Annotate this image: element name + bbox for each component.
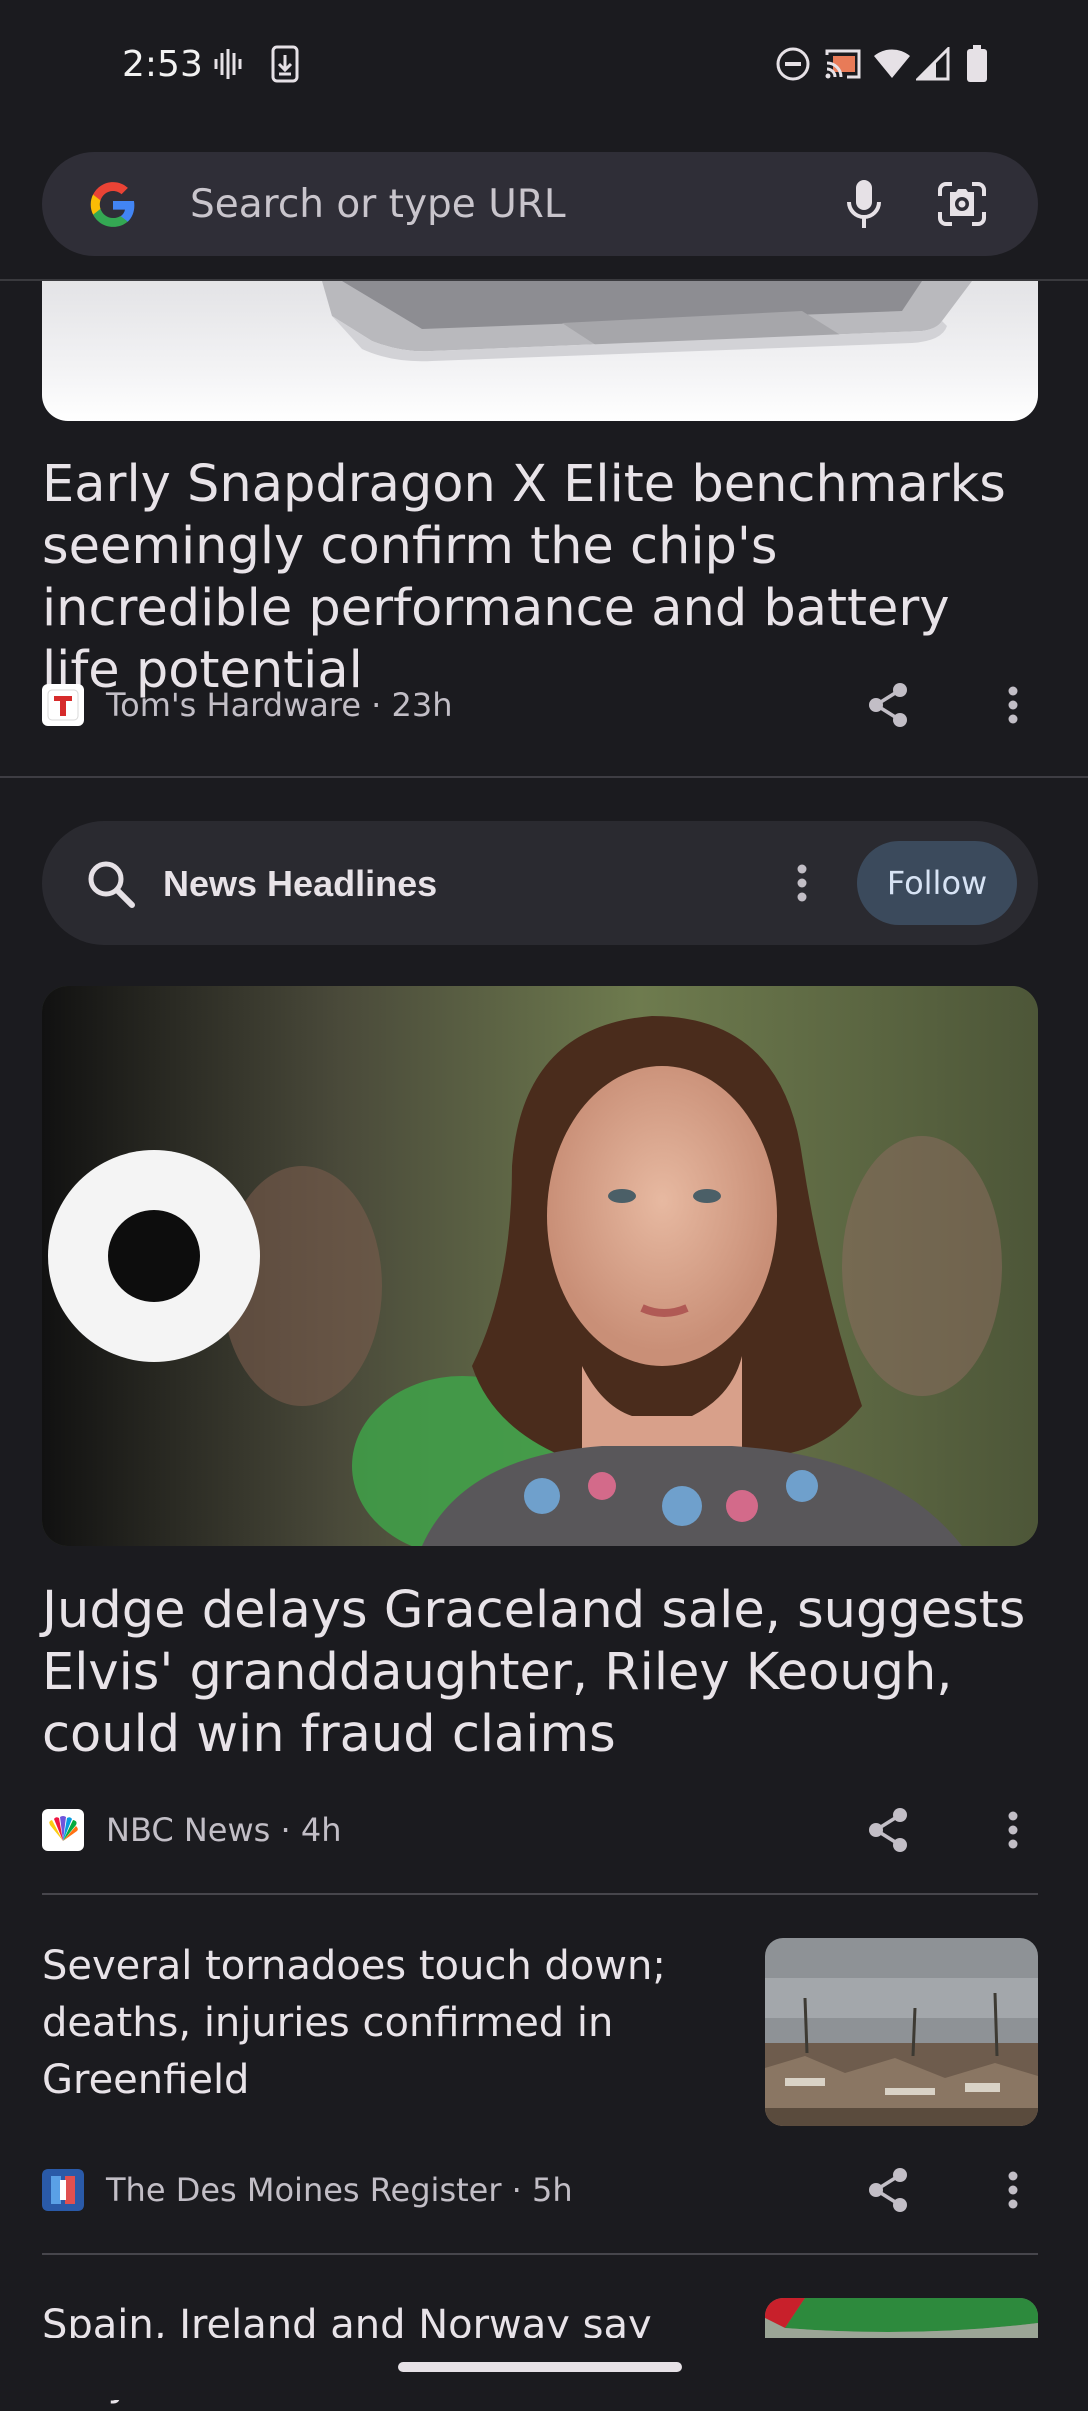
share-icon[interactable]	[860, 2162, 916, 2218]
article-source: Tom's Hardware · 23h	[106, 686, 453, 724]
do-not-disturb-icon	[774, 44, 812, 84]
article-headline[interactable]: Judge delays Graceland sale, suggests El…	[42, 1580, 1042, 1766]
more-options-icon[interactable]	[985, 677, 1041, 733]
article-thumbnail-tornado[interactable]	[765, 1938, 1038, 2126]
article-source-row: The Des Moines Register · 5h	[42, 2168, 573, 2212]
vibrate-icon	[210, 44, 246, 84]
download-notification-icon	[268, 44, 302, 84]
topic-more-options-icon[interactable]	[782, 857, 822, 909]
google-lens-icon[interactable]	[934, 176, 990, 232]
google-logo-icon	[88, 180, 138, 230]
more-options-icon[interactable]	[985, 1802, 1041, 1858]
status-time: 2:53	[122, 44, 203, 85]
des-moines-register-logo-icon	[42, 2169, 84, 2211]
share-icon[interactable]	[860, 1802, 916, 1858]
article-source: NBC News · 4h	[106, 1811, 342, 1849]
topic-header[interactable]: News Headlines Follow	[42, 821, 1038, 945]
topic-label: News Headlines	[163, 863, 438, 904]
microphone-icon[interactable]	[836, 176, 892, 232]
search-icon	[86, 859, 136, 909]
cellular-signal-icon	[916, 44, 950, 84]
article-source-row: Tom's Hardware · 23h	[42, 683, 453, 727]
gesture-nav-handle[interactable]	[398, 2362, 682, 2372]
article-image-laptop[interactable]	[42, 281, 1038, 421]
article-divider	[42, 2253, 1038, 2255]
search-bar[interactable]: Search or type URL	[42, 152, 1038, 256]
wifi-icon	[872, 44, 912, 84]
nbc-peacock-logo-icon	[42, 1809, 84, 1851]
share-icon[interactable]	[860, 677, 916, 733]
more-options-icon[interactable]	[985, 2162, 1041, 2218]
article-divider	[42, 1893, 1038, 1895]
section-divider	[0, 776, 1088, 778]
status-bar: 2:53	[0, 0, 1088, 130]
cast-icon	[822, 44, 864, 84]
toms-hardware-logo-icon	[42, 684, 84, 726]
article-source: The Des Moines Register · 5h	[106, 2171, 573, 2209]
article-headline[interactable]: Several tornadoes touch down; deaths, in…	[42, 1938, 742, 2109]
article-headline[interactable]: Early Snapdragon X Elite benchmarks seem…	[42, 454, 1042, 702]
search-input[interactable]: Search or type URL	[190, 182, 566, 227]
follow-button[interactable]: Follow	[857, 841, 1017, 925]
article-source-row: NBC News · 4h	[42, 1808, 341, 1852]
battery-icon	[964, 44, 990, 84]
article-image-photo[interactable]	[42, 986, 1038, 1546]
